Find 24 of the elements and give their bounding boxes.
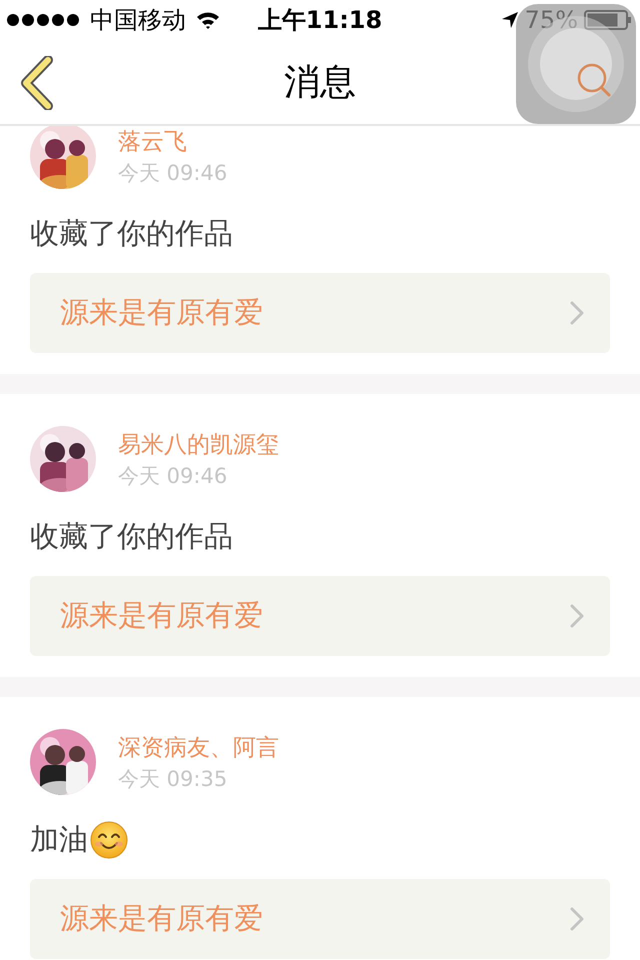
message-text: 收藏了你的作品 xyxy=(30,518,233,555)
wifi-icon xyxy=(196,11,220,29)
battery-percent: 75% xyxy=(524,6,578,34)
work-link[interactable]: 源来是有原有爱 xyxy=(30,576,610,656)
status-time: 上午11:18 xyxy=(258,5,382,36)
work-link[interactable]: 源来是有原有爱 xyxy=(30,879,610,959)
message-text: 加油 xyxy=(30,821,88,858)
message-time: 今天 09:46 xyxy=(118,462,228,490)
user-name[interactable]: 落云飞 xyxy=(118,126,228,156)
work-link[interactable]: 源来是有原有爱 xyxy=(30,273,610,353)
signal-icon xyxy=(6,13,80,27)
message-text: 收藏了你的作品 xyxy=(30,215,233,252)
assistive-touch-button[interactable] xyxy=(516,4,636,124)
message-time: 今天 09:46 xyxy=(118,160,228,186)
chevron-right-icon xyxy=(570,907,584,931)
page-title: 消息 xyxy=(284,60,356,104)
carrier-name: 中国移动 xyxy=(90,5,186,36)
chevron-right-icon xyxy=(570,604,584,628)
user-name[interactable]: 易米八的凯源玺 xyxy=(118,428,279,460)
location-arrow-icon xyxy=(500,11,519,29)
user-name[interactable]: 深资病友、阿言 xyxy=(118,732,279,762)
back-icon[interactable] xyxy=(20,56,54,110)
message-time: 今天 09:35 xyxy=(118,766,228,792)
chevron-right-icon xyxy=(570,301,584,325)
